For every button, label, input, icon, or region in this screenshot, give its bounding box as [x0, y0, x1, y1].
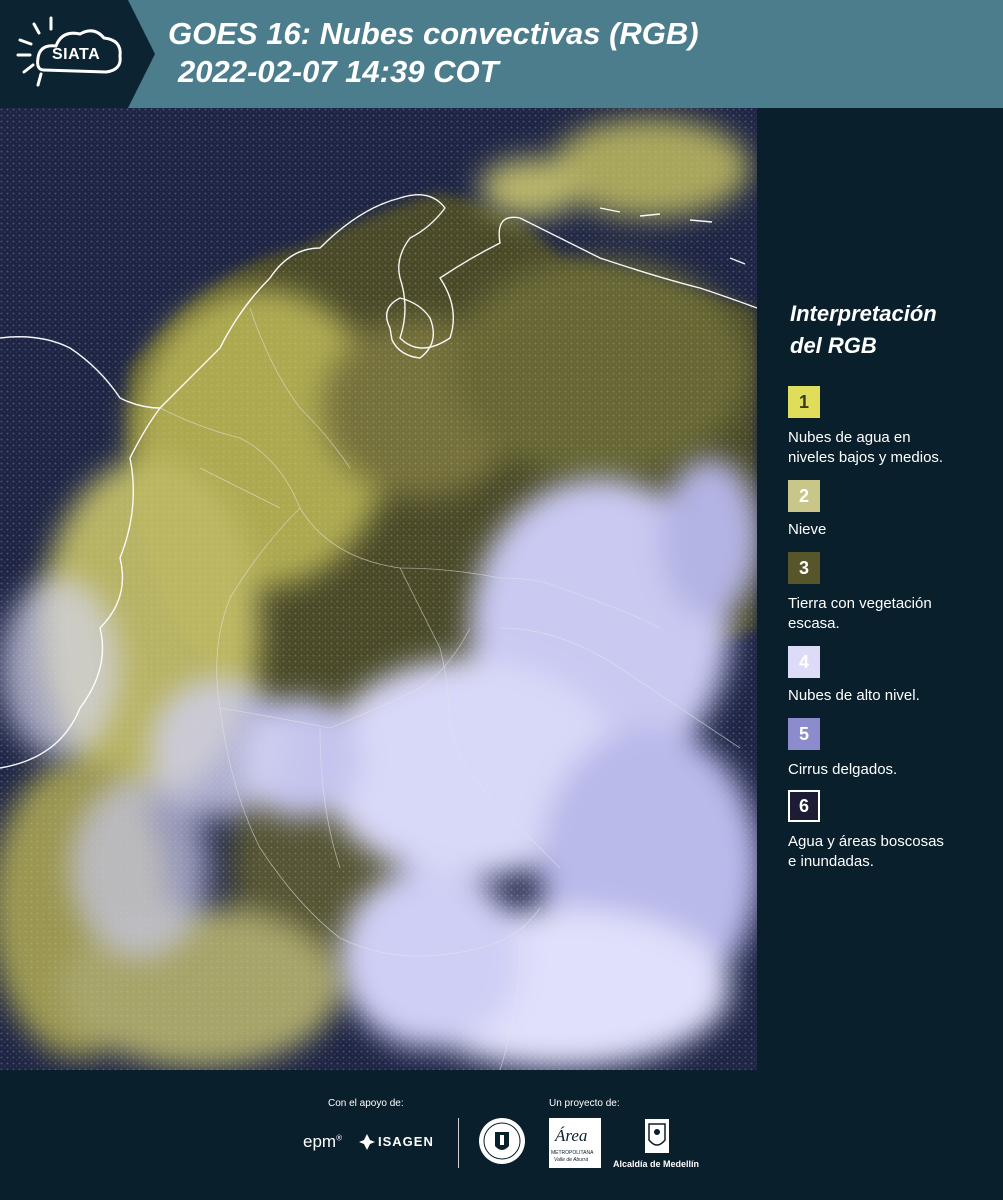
legend-number: 2: [798, 485, 809, 506]
legend-title-line2: del RGB: [790, 333, 877, 358]
legend-label-line: Cirrus delgados.: [788, 761, 898, 778]
area-metropolitana-logo: Área METROPOLITANA Valle de Aburrá: [549, 1118, 601, 1168]
legend-number: 4: [798, 651, 809, 672]
legend-label-4: Nubes de alto nivel.: [788, 686, 998, 706]
legend-swatch-5: 5: [788, 718, 820, 750]
legend-number: 5: [798, 723, 809, 744]
legend-number: 3: [798, 557, 809, 578]
legend-swatch-1: 1: [788, 386, 820, 418]
legend-swatch-3: 3: [788, 552, 820, 584]
alcaldia-crest-icon: [645, 1119, 669, 1153]
legend-label-line: escasa.: [788, 615, 840, 632]
project-label: Un proyecto de:: [549, 1098, 620, 1109]
legend-label-1: Nubes de agua en niveles bajos y medios.: [788, 428, 998, 468]
area-logo-metro: METROPOLITANA: [551, 1150, 594, 1156]
legend-label-line: Tierra con vegetación: [788, 595, 932, 612]
legend-label-line: e inundadas.: [788, 853, 874, 870]
legend-label-6: Agua y áreas boscosas e inundadas.: [788, 832, 998, 872]
legend-label-line: Agua y áreas boscosas: [788, 833, 944, 850]
legend-number: 6: [798, 795, 809, 816]
page-title: GOES 16: Nubes convectivas (RGB): [168, 16, 699, 51]
epm-logo: epm®: [303, 1132, 342, 1151]
legend-label-line: Nieve: [788, 521, 827, 538]
legend-label-line: Nubes de agua en: [788, 429, 911, 446]
support-label: Con el apoyo de:: [328, 1098, 404, 1109]
page-timestamp: 2022-02-07 14:39 COT: [178, 54, 499, 89]
area-logo-text: Área: [555, 1126, 588, 1145]
legend-swatch-2: 2: [788, 480, 820, 512]
legend-title-line1: Interpretación: [790, 301, 937, 326]
siata-logo: SIATA: [0, 0, 155, 108]
legend-label-line: niveles bajos y medios.: [788, 449, 944, 466]
seal-logo: [479, 1118, 525, 1164]
legend-label-3: Tierra con vegetación escasa.: [788, 594, 998, 634]
header-bar: SIATA GOES 16: Nubes convectivas (RGB) 2…: [0, 0, 1003, 108]
area-logo-sub: Valle de Aburrá: [554, 1157, 589, 1163]
isagen-icon: [359, 1134, 375, 1150]
satellite-map-graphic: [0, 108, 757, 1070]
isagen-logo-text: ISAGEN: [378, 1134, 434, 1149]
footer-divider: [458, 1118, 459, 1168]
legend-number: 1: [798, 391, 809, 412]
legend-swatch-4: 4: [788, 646, 820, 678]
epm-logo-text: epm: [303, 1132, 337, 1151]
logo-text: SIATA: [52, 46, 101, 63]
legend-label-5: Cirrus delgados.: [788, 760, 998, 780]
legend-label-line: Nubes de alto nivel.: [788, 687, 920, 704]
satellite-image: [0, 108, 757, 1070]
footer: Con el apoyo de: Un proyecto de: epm® IS…: [0, 1070, 1003, 1200]
alcaldia-logo-text: Alcaldía de Medellín: [613, 1159, 700, 1169]
legend-panel: Interpretación del RGB 1 Nubes de agua e…: [772, 108, 1003, 1070]
legend-swatch-6: 6: [788, 790, 820, 822]
legend-label-2: Nieve: [788, 520, 998, 540]
